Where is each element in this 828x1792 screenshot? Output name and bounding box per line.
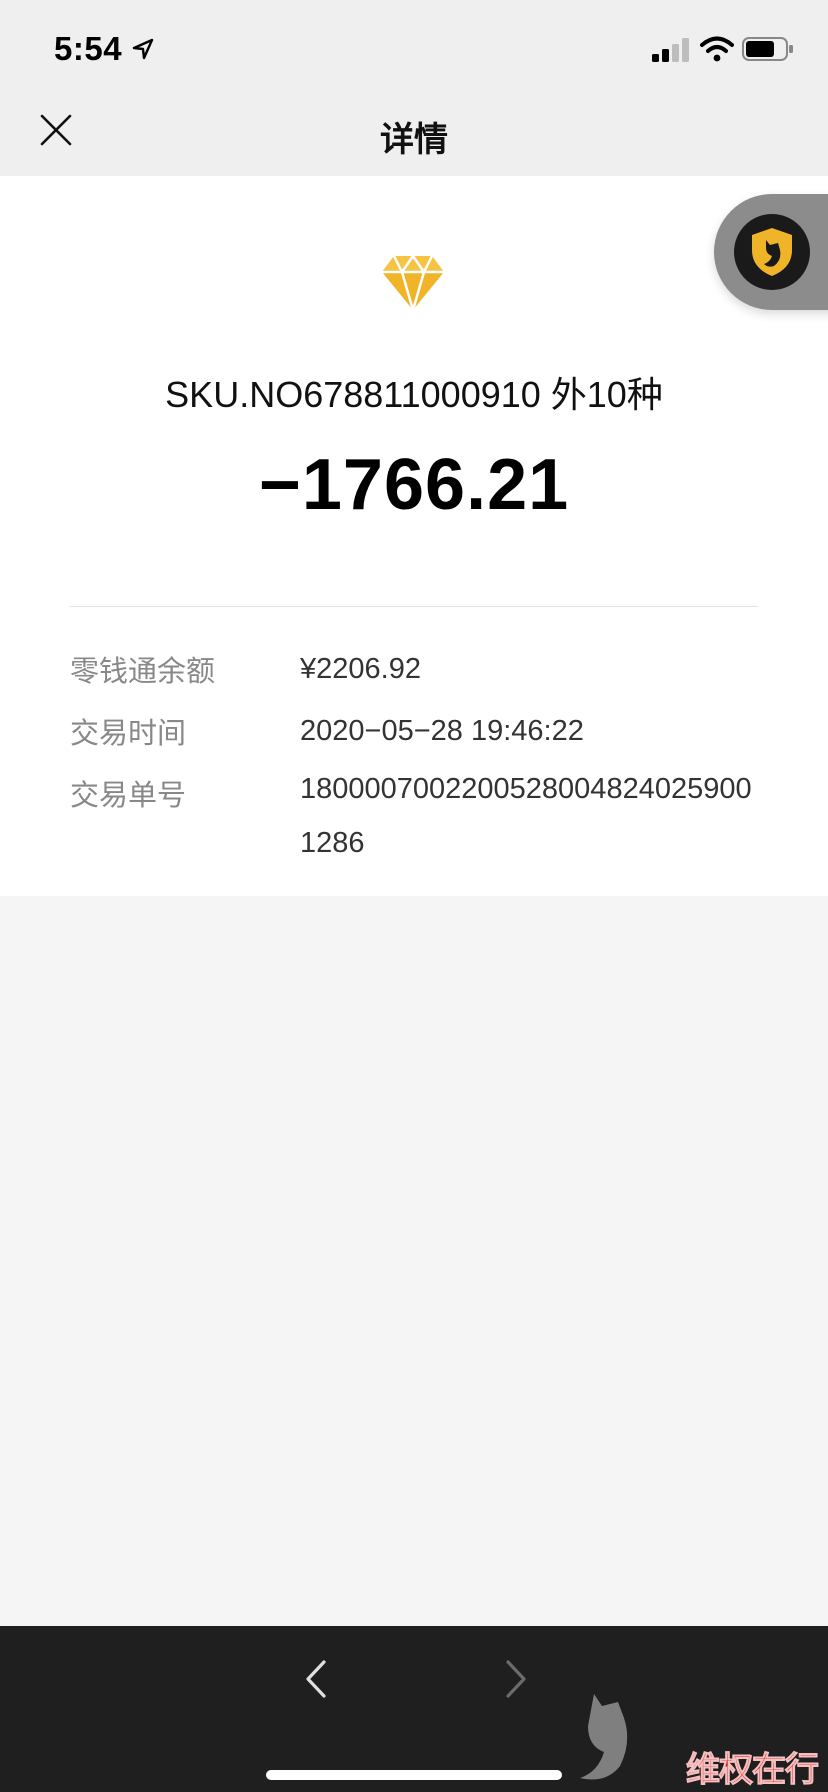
badge-circle <box>734 214 810 290</box>
time-label: 交易时间 <box>70 718 187 750</box>
cellular-signal-icon <box>652 38 689 62</box>
page: 5:54 详情 SKU.NO678811000910 外10种 −1766.21… <box>0 0 828 1792</box>
order-no-label: 交易单号 <box>70 780 187 812</box>
balance-label: 零钱通余额 <box>70 656 216 688</box>
transaction-card: SKU.NO678811000910 外10种 −1766.21 零钱通余额 ¥… <box>0 176 828 896</box>
time-value: 2020−05−28 19:46:22 <box>300 715 584 747</box>
wifi-icon <box>700 36 734 62</box>
location-arrow-icon <box>132 38 154 60</box>
diamond-icon <box>382 254 444 312</box>
transaction-amount: −1766.21 <box>258 445 570 525</box>
home-indicator[interactable] <box>266 1770 562 1780</box>
forward-button[interactable] <box>496 1654 536 1704</box>
merchant-name: SKU.NO678811000910 外10种 <box>165 374 663 415</box>
balance-value: ¥2206.92 <box>300 653 421 685</box>
shield-cat-icon <box>752 228 792 276</box>
battery-icon <box>742 37 793 61</box>
page-title: 详情 <box>380 121 448 159</box>
status-time: 5:54 <box>54 30 123 67</box>
bottom-toolbar: 维权在行动 <box>0 1626 828 1792</box>
divider <box>70 606 758 607</box>
status-bar: 5:54 <box>0 0 828 96</box>
nav-bar: 详情 <box>0 96 828 176</box>
floating-shield-button[interactable] <box>714 194 828 310</box>
back-button[interactable] <box>296 1654 336 1704</box>
watermark-text: 维权在行动 <box>686 1751 820 1790</box>
order-no-value: 18000070022005280048240259001286 <box>300 773 752 859</box>
cat-silhouette-icon <box>580 1694 628 1780</box>
